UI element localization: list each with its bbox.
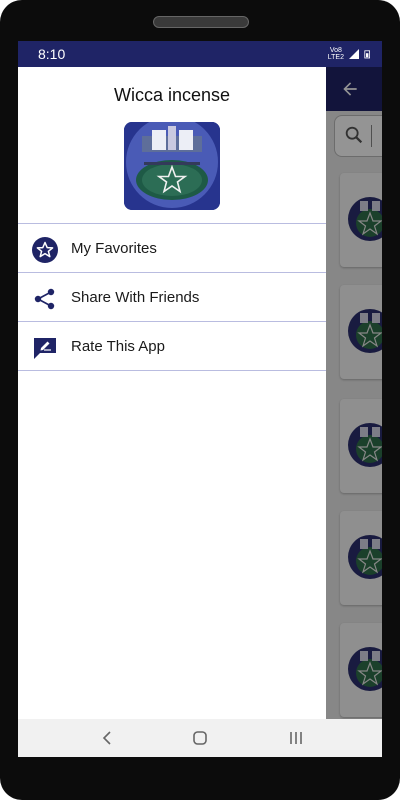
phone-speaker: [153, 16, 249, 28]
star-icon: [32, 237, 58, 263]
menu-item-label: Share With Friends: [71, 289, 200, 306]
share-icon: [34, 288, 55, 310]
status-time: 8:10: [38, 46, 66, 62]
navigation-drawer: Wicca incense My Favorites Share With Fr…: [18, 67, 326, 719]
menu-item-rate[interactable]: Rate This App: [18, 323, 326, 371]
drawer-divider: [18, 223, 326, 224]
nav-home-icon[interactable]: [190, 728, 210, 748]
app-logo: [124, 122, 220, 210]
nav-back-icon[interactable]: [97, 728, 117, 748]
system-nav-bar: [18, 719, 382, 757]
status-icons: Vo8 LTE2: [328, 47, 372, 61]
nav-recents-icon[interactable]: [286, 728, 306, 748]
phone-frame: 8:10 Vo8 LTE2 Wicca incense My Favorites…: [0, 0, 400, 800]
drawer-divider: [18, 272, 326, 273]
drawer-divider: [18, 321, 326, 322]
menu-item-label: My Favorites: [71, 240, 157, 257]
rate-icon: [34, 338, 56, 359]
drawer-title: Wicca incense: [113, 85, 231, 105]
menu-item-favorites[interactable]: My Favorites: [18, 225, 326, 273]
network-type-label: Vo8 LTE2: [327, 47, 344, 61]
drawer-divider: [18, 370, 326, 371]
signal-icon: [349, 49, 359, 59]
screen: 8:10 Vo8 LTE2 Wicca incense My Favorites…: [18, 41, 382, 757]
menu-item-share[interactable]: Share With Friends: [18, 274, 326, 322]
menu-item-label: Rate This App: [71, 338, 165, 355]
status-bar: 8:10 Vo8 LTE2: [18, 41, 382, 67]
battery-icon: [364, 50, 370, 59]
